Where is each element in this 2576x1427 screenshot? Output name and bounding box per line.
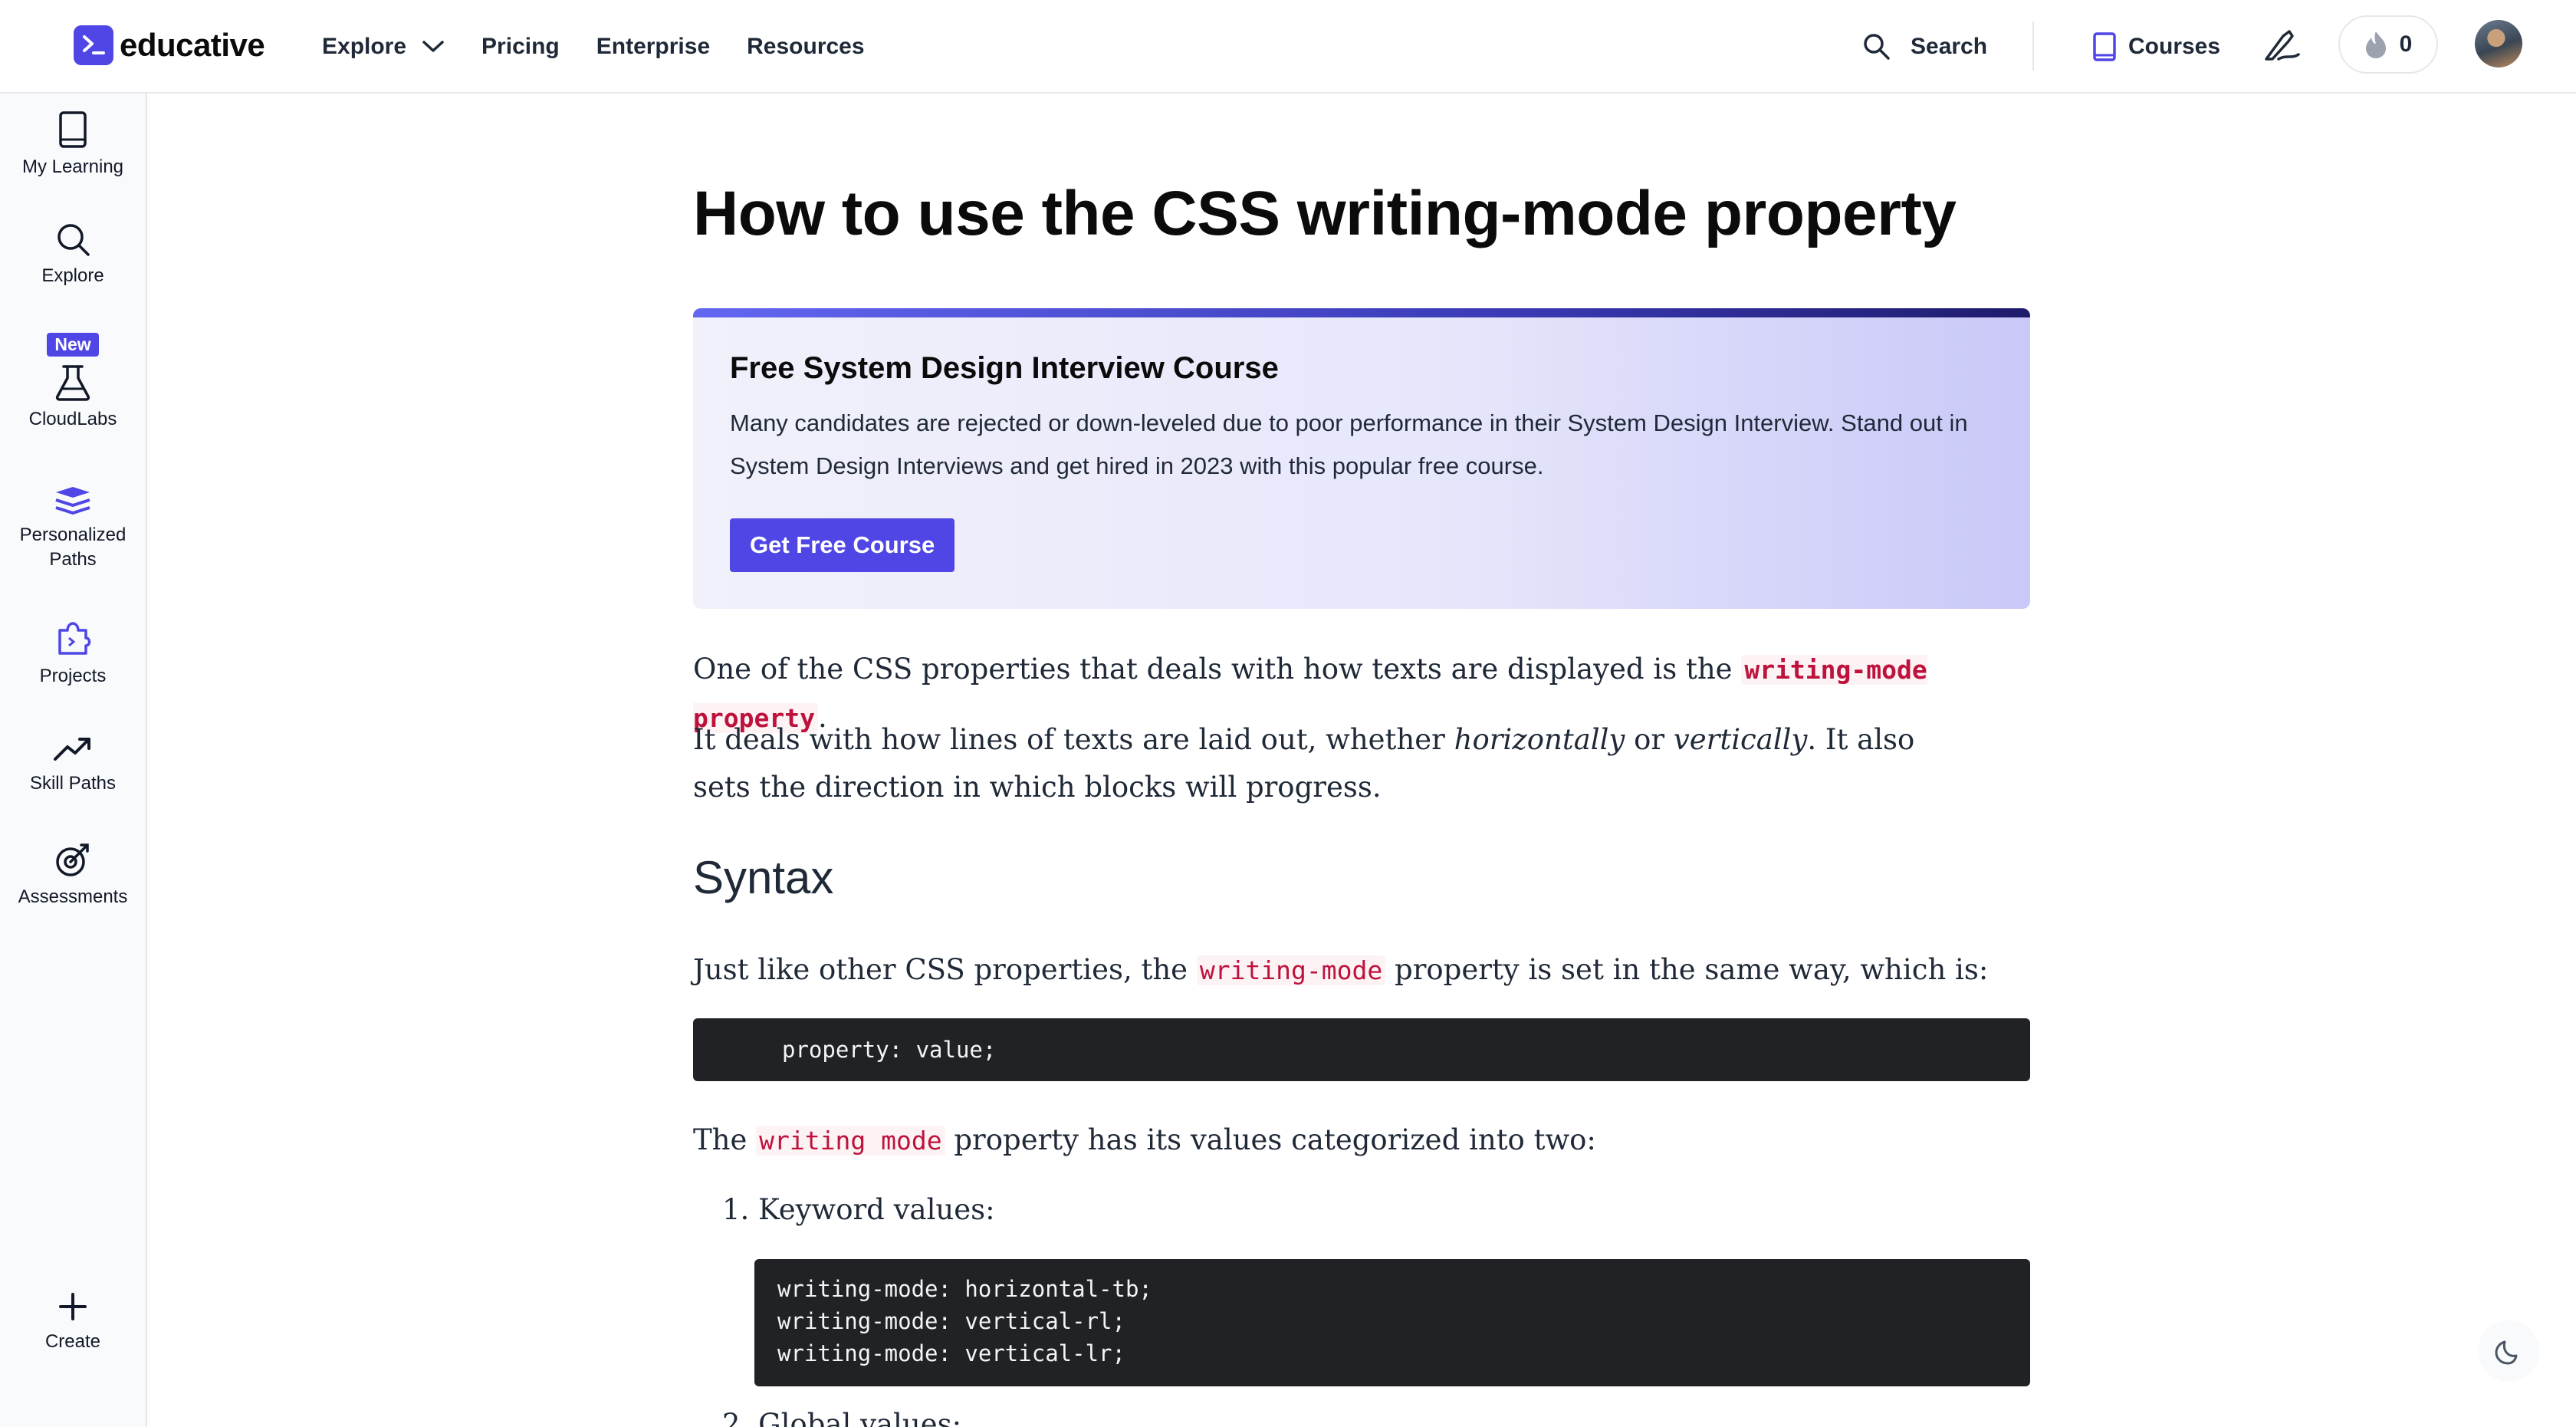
paragraph-values: The writing mode property has its values… xyxy=(693,1116,2030,1165)
search-icon xyxy=(1864,34,1890,60)
text: property is set in the same way, which i… xyxy=(1385,953,1989,986)
trend-icon xyxy=(54,738,90,761)
sidebar-item-label: Personalized Paths xyxy=(19,524,127,570)
list-number: 1. xyxy=(722,1193,750,1226)
main-nav: Explore Pricing Enterprise Resources xyxy=(322,29,902,64)
text: One of the CSS properties that deals wit… xyxy=(693,653,1742,686)
dark-mode-toggle[interactable] xyxy=(2478,1320,2539,1382)
nav-pricing[interactable]: Pricing xyxy=(481,34,560,60)
sidebar-item-assessments[interactable]: Assessments xyxy=(0,840,146,909)
emphasis: vertically xyxy=(1673,723,1808,756)
logo-mark-icon xyxy=(74,25,113,65)
sidebar-item-my-learning[interactable]: My Learning xyxy=(0,110,146,179)
target-icon xyxy=(56,843,89,876)
puzzle-icon xyxy=(58,622,91,655)
flame-icon xyxy=(2365,31,2386,58)
sidebar-item-personalized-paths[interactable]: Personalized Paths xyxy=(0,485,146,572)
nav-explore[interactable]: Explore xyxy=(322,34,445,60)
search-label: Search xyxy=(1911,34,1988,59)
section-heading-syntax: Syntax xyxy=(693,852,834,903)
sidebar-item-create[interactable]: Create xyxy=(0,1290,146,1354)
sidebar-item-label: CloudLabs xyxy=(28,409,117,429)
new-badge: New xyxy=(47,333,99,357)
flask-icon xyxy=(55,365,90,401)
streak-counter[interactable]: 0 xyxy=(2338,15,2438,74)
book-icon xyxy=(59,111,87,148)
nav-divider xyxy=(2032,21,2034,71)
promo-title: Free System Design Interview Course xyxy=(730,351,1279,385)
sidebar-item-label: My Learning xyxy=(21,156,124,177)
promo-accent-bar xyxy=(693,308,2030,317)
promo-banner: Free System Design Interview Course Many… xyxy=(693,308,2030,609)
nav-enterprise[interactable]: Enterprise xyxy=(596,34,710,60)
book-icon xyxy=(2093,32,2116,61)
top-navbar: educative Explore Pricing Enterprise Res… xyxy=(0,0,2576,94)
paragraph-description: It deals with how lines of texts are lai… xyxy=(693,716,1920,811)
left-sidebar: My Learning Explore New CloudLabs Person… xyxy=(0,94,147,1427)
streak-count: 0 xyxy=(2399,31,2413,57)
page-title: How to use the CSS writing-mode property xyxy=(693,179,1957,248)
emphasis: horizontally xyxy=(1454,723,1625,756)
sidebar-item-projects[interactable]: Projects xyxy=(0,620,146,689)
sidebar-item-label: Create xyxy=(44,1331,101,1352)
text: property has its values categorized into… xyxy=(945,1123,1596,1156)
courses-button[interactable]: Courses xyxy=(2091,26,2220,67)
courses-label: Courses xyxy=(2128,34,2221,59)
moon-icon xyxy=(2495,1340,2518,1365)
sidebar-item-label: Explore xyxy=(41,265,104,286)
text: It deals with how lines of texts are lai… xyxy=(693,723,1454,756)
educative-logo[interactable]: educative xyxy=(74,25,265,66)
pen-tool-button[interactable] xyxy=(2259,23,2305,69)
stack-icon xyxy=(55,487,90,515)
list-item-global-values: 2. Global values: xyxy=(722,1408,962,1427)
text: or xyxy=(1625,723,1674,756)
sidebar-item-label: Skill Paths xyxy=(29,773,117,794)
promo-text: Many candidates are rejected or down-lev… xyxy=(730,409,1968,479)
logo-text: educative xyxy=(120,27,265,63)
code-block-keyword-values[interactable]: writing-mode: horizontal-tb; writing-mod… xyxy=(754,1259,2030,1386)
search-icon xyxy=(58,224,90,256)
nav-resources[interactable]: Resources xyxy=(747,34,864,60)
user-avatar[interactable] xyxy=(2475,20,2522,67)
sidebar-item-label: Projects xyxy=(39,666,107,686)
inline-code: writing mode xyxy=(756,1126,945,1156)
nav-explore-label: Explore xyxy=(322,34,407,59)
text: The xyxy=(693,1123,757,1156)
paragraph-syntax: Just like other CSS properties, the writ… xyxy=(693,946,2030,995)
inline-code: writing-mode xyxy=(1196,955,1386,985)
sidebar-item-explore[interactable]: Explore xyxy=(0,221,146,288)
list-label: Keyword values: xyxy=(758,1193,995,1226)
sidebar-item-label: Assessments xyxy=(18,886,128,907)
code-block-syntax[interactable]: property: value; xyxy=(693,1018,2030,1081)
search-button[interactable]: Search xyxy=(1861,26,1987,67)
plus-icon xyxy=(59,1293,87,1320)
chevron-down-icon xyxy=(422,41,444,52)
text: Just like other CSS properties, the xyxy=(693,953,1197,986)
list-item-keyword-values: 1. Keyword values: xyxy=(722,1193,995,1226)
pen-icon xyxy=(2265,30,2300,61)
sidebar-item-cloudlabs[interactable]: New CloudLabs xyxy=(0,333,146,432)
sidebar-item-skill-paths[interactable]: Skill Paths xyxy=(0,730,146,796)
get-free-course-button[interactable]: Get Free Course xyxy=(730,518,955,572)
